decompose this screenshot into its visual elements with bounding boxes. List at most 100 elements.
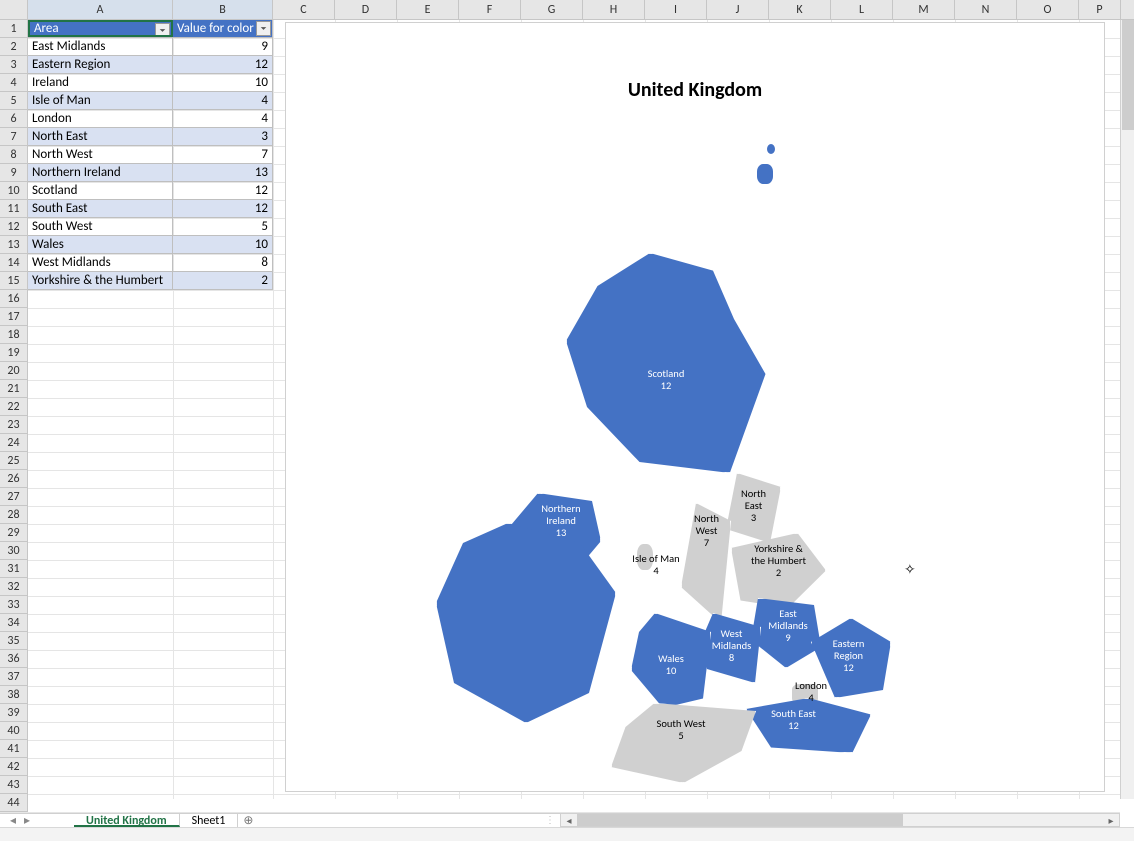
- new-sheet-button[interactable]: ⊕: [238, 813, 258, 828]
- cell-value[interactable]: 12: [173, 56, 273, 73]
- cell-value[interactable]: 5: [173, 218, 273, 235]
- row-header[interactable]: 37: [0, 668, 28, 686]
- region-shetland[interactable]: [766, 143, 776, 155]
- horizontal-scrollbar[interactable]: ◂ ▸: [560, 813, 1120, 827]
- filter-dropdown-area[interactable]: [155, 23, 170, 37]
- map-chart[interactable]: United Kingdom: [285, 22, 1105, 792]
- row-header[interactable]: 5: [0, 92, 28, 110]
- row-header[interactable]: 7: [0, 128, 28, 146]
- row-header[interactable]: 11: [0, 200, 28, 218]
- select-all-corner[interactable]: [0, 0, 28, 19]
- vscroll-thumb[interactable]: [1122, 20, 1134, 130]
- col-header-J[interactable]: J: [707, 0, 769, 19]
- region-wales[interactable]: [631, 613, 711, 708]
- region-north-east[interactable]: [726, 473, 781, 543]
- header-area[interactable]: Area: [28, 20, 173, 37]
- table-row[interactable]: East Midlands9: [28, 38, 273, 56]
- region-south-east[interactable]: [746, 698, 871, 753]
- region-north-west[interactable]: [681, 503, 731, 623]
- region-isle-of-man[interactable]: [636, 543, 654, 571]
- table-row[interactable]: Isle of Man4: [28, 92, 273, 110]
- row-header[interactable]: 2: [0, 38, 28, 56]
- cell-value[interactable]: 10: [173, 74, 273, 91]
- row-header[interactable]: 29: [0, 524, 28, 542]
- row-header[interactable]: 31: [0, 560, 28, 578]
- cell-value[interactable]: 7: [173, 146, 273, 163]
- row-header[interactable]: 15: [0, 272, 28, 290]
- cell-value[interactable]: 12: [173, 182, 273, 199]
- table-row[interactable]: North West7: [28, 146, 273, 164]
- row-header[interactable]: 9: [0, 164, 28, 182]
- table-row[interactable]: Eastern Region12: [28, 56, 273, 74]
- row-header[interactable]: 21: [0, 380, 28, 398]
- row-header[interactable]: 44: [0, 794, 28, 812]
- col-header-A[interactable]: A: [28, 0, 173, 19]
- table-row[interactable]: Wales10: [28, 236, 273, 254]
- row-header[interactable]: 13: [0, 236, 28, 254]
- row-header[interactable]: 30: [0, 542, 28, 560]
- table-row[interactable]: Northern Ireland13: [28, 164, 273, 182]
- region-yorkshire[interactable]: [731, 533, 826, 608]
- region-south-west[interactable]: [611, 703, 756, 783]
- col-header-O[interactable]: O: [1017, 0, 1079, 19]
- cell-value[interactable]: 2: [173, 272, 273, 289]
- row-header[interactable]: 27: [0, 488, 28, 506]
- cell-area[interactable]: South East: [28, 200, 173, 217]
- cell-area[interactable]: Scotland: [28, 182, 173, 199]
- vertical-scrollbar[interactable]: [1120, 20, 1134, 799]
- row-header[interactable]: 4: [0, 74, 28, 92]
- hscroll-right[interactable]: ▸: [1103, 814, 1119, 826]
- hscroll-left[interactable]: ◂: [561, 814, 577, 826]
- cell-area[interactable]: Isle of Man: [28, 92, 173, 109]
- cell-area[interactable]: North East: [28, 128, 173, 145]
- table-row[interactable]: Ireland10: [28, 74, 273, 92]
- row-header[interactable]: 36: [0, 650, 28, 668]
- row-header[interactable]: 32: [0, 578, 28, 596]
- sheet-tab-other[interactable]: Sheet1: [180, 814, 239, 827]
- row-header[interactable]: 22: [0, 398, 28, 416]
- row-header[interactable]: 16: [0, 290, 28, 308]
- region-orkney[interactable]: [756, 163, 774, 185]
- region-eastern[interactable]: [811, 618, 891, 698]
- row-header[interactable]: 35: [0, 632, 28, 650]
- filter-dropdown-value[interactable]: [256, 21, 271, 36]
- row-header[interactable]: 19: [0, 344, 28, 362]
- row-header[interactable]: 17: [0, 308, 28, 326]
- cell-value[interactable]: 3: [173, 128, 273, 145]
- cell-area[interactable]: Yorkshire & the Humbert: [28, 272, 173, 289]
- cell-value[interactable]: 9: [173, 38, 273, 55]
- region-east-midlands[interactable]: [751, 598, 821, 668]
- row-header[interactable]: 34: [0, 614, 28, 632]
- col-header-E[interactable]: E: [397, 0, 459, 19]
- col-header-B[interactable]: B: [173, 0, 273, 19]
- row-header[interactable]: 33: [0, 596, 28, 614]
- cell-area[interactable]: East Midlands: [28, 38, 173, 55]
- header-value[interactable]: Value for color: [173, 20, 273, 37]
- row-header[interactable]: 40: [0, 722, 28, 740]
- cell-area[interactable]: Northern Ireland: [28, 164, 173, 181]
- row-header[interactable]: 24: [0, 434, 28, 452]
- row-header[interactable]: 12: [0, 218, 28, 236]
- row-header[interactable]: 3: [0, 56, 28, 74]
- cell-value[interactable]: 4: [173, 92, 273, 109]
- row-header[interactable]: 8: [0, 146, 28, 164]
- col-header-N[interactable]: N: [955, 0, 1017, 19]
- tab-split-handle[interactable]: ⋮: [540, 813, 560, 827]
- cell-value[interactable]: 4: [173, 110, 273, 127]
- row-header[interactable]: 20: [0, 362, 28, 380]
- cell-area[interactable]: London: [28, 110, 173, 127]
- row-header[interactable]: 26: [0, 470, 28, 488]
- cell-value[interactable]: 10: [173, 236, 273, 253]
- table-row[interactable]: North East3: [28, 128, 273, 146]
- cell-area[interactable]: Ireland: [28, 74, 173, 91]
- col-header-F[interactable]: F: [459, 0, 521, 19]
- cell-value[interactable]: 12: [173, 200, 273, 217]
- row-header[interactable]: 39: [0, 704, 28, 722]
- table-row[interactable]: West Midlands8: [28, 254, 273, 272]
- row-header[interactable]: 23: [0, 416, 28, 434]
- region-scotland[interactable]: [566, 253, 776, 473]
- row-header[interactable]: 6: [0, 110, 28, 128]
- cell-value[interactable]: 8: [173, 254, 273, 271]
- col-header-H[interactable]: H: [583, 0, 645, 19]
- tab-nav-prev[interactable]: ◂: [6, 813, 20, 828]
